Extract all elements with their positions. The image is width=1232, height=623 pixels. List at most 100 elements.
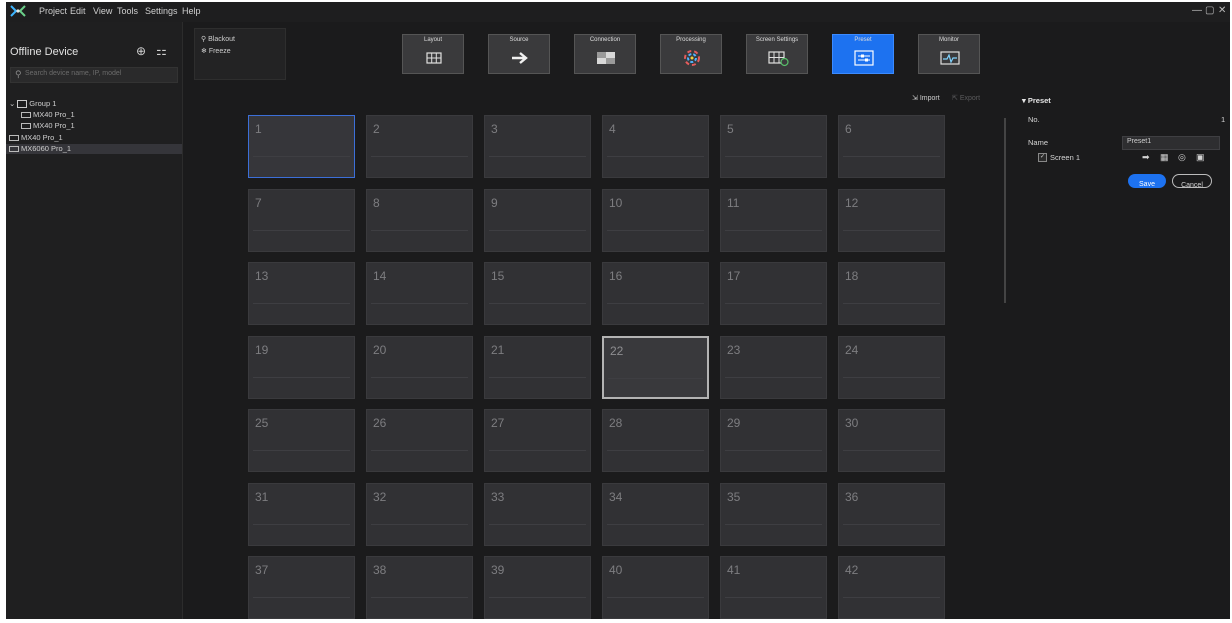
preset-cell[interactable]: 17 bbox=[720, 262, 827, 325]
preset-cell-number: 31 bbox=[255, 490, 269, 504]
preset-cell[interactable]: 5 bbox=[720, 115, 827, 178]
device-label: MX6060 Pro_1 bbox=[21, 144, 72, 153]
preset-cell[interactable]: 4 bbox=[602, 115, 709, 178]
preset-cell[interactable]: 33 bbox=[484, 483, 591, 546]
tab-screen-settings[interactable]: Screen Settings bbox=[746, 34, 808, 74]
menu-project[interactable]: Project bbox=[39, 6, 67, 16]
preset-cell-divider bbox=[843, 156, 940, 157]
preset-cell[interactable]: 29 bbox=[720, 409, 827, 472]
preset-cell[interactable]: 27 bbox=[484, 409, 591, 472]
freeze-button[interactable]: ❄ Freeze bbox=[201, 47, 231, 55]
preset-cell[interactable]: 21 bbox=[484, 336, 591, 399]
tree-device-1[interactable]: MX40 Pro_1 bbox=[21, 110, 75, 120]
tree-group-1[interactable]: ⌄ Group 1 bbox=[9, 99, 56, 109]
preset-cell[interactable]: 20 bbox=[366, 336, 473, 399]
device-search-input[interactable]: ⚲ Search device name, IP, model bbox=[10, 67, 178, 83]
menu-settings[interactable]: Settings bbox=[145, 6, 178, 16]
save-button[interactable]: Save bbox=[1128, 174, 1166, 188]
preset-cell[interactable]: 8 bbox=[366, 189, 473, 252]
maximize-button[interactable]: ▢ bbox=[1205, 5, 1214, 16]
preset-cell[interactable]: 28 bbox=[602, 409, 709, 472]
preset-cell-divider bbox=[489, 450, 586, 451]
preset-cell[interactable]: 24 bbox=[838, 336, 945, 399]
preset-cell-number: 7 bbox=[255, 196, 262, 210]
preset-cell[interactable]: 26 bbox=[366, 409, 473, 472]
preset-cell[interactable]: 15 bbox=[484, 262, 591, 325]
device-tree-icon[interactable]: ⚏ bbox=[156, 44, 167, 58]
preset-cell[interactable]: 40 bbox=[602, 556, 709, 619]
preset-name-input[interactable]: Preset1 bbox=[1122, 136, 1220, 150]
preset-cell[interactable]: 13 bbox=[248, 262, 355, 325]
preset-cell[interactable]: 16 bbox=[602, 262, 709, 325]
close-button[interactable]: ✕ bbox=[1218, 5, 1226, 16]
add-device-icon[interactable]: ⊕ bbox=[136, 44, 146, 58]
preset-cell-number: 23 bbox=[727, 343, 741, 357]
blackout-button[interactable]: ⚲ Blackout bbox=[201, 35, 235, 43]
source-arrow-icon[interactable]: ➡ bbox=[1142, 152, 1150, 163]
connection-icon bbox=[597, 52, 615, 64]
preset-title-label: Preset bbox=[1027, 96, 1051, 105]
preset-cell[interactable]: 37 bbox=[248, 556, 355, 619]
export-button[interactable]: ⇱ Export bbox=[952, 94, 980, 102]
menu-tools[interactable]: Tools bbox=[117, 6, 138, 16]
preset-cell[interactable]: 10 bbox=[602, 189, 709, 252]
preset-cell[interactable]: 19 bbox=[248, 336, 355, 399]
tab-processing[interactable]: Processing bbox=[660, 34, 722, 74]
preset-cell[interactable]: 3 bbox=[484, 115, 591, 178]
expand-chevron-icon[interactable]: ⌄ bbox=[9, 99, 15, 108]
screen-settings-icon[interactable]: ▣ bbox=[1196, 152, 1205, 163]
preset-cell[interactable]: 6 bbox=[838, 115, 945, 178]
tab-preset[interactable]: Preset bbox=[832, 34, 894, 74]
tab-label: Source bbox=[509, 37, 529, 43]
preset-cell[interactable]: 41 bbox=[720, 556, 827, 619]
preset-cell[interactable]: 35 bbox=[720, 483, 827, 546]
preset-cell[interactable]: 42 bbox=[838, 556, 945, 619]
import-button[interactable]: ⇲ Import bbox=[912, 94, 940, 102]
preset-cell[interactable]: 34 bbox=[602, 483, 709, 546]
preset-cell-number: 13 bbox=[255, 269, 269, 283]
preset-cell-number: 28 bbox=[609, 416, 623, 430]
preset-cell[interactable]: 12 bbox=[838, 189, 945, 252]
collapse-icon[interactable]: ▾ bbox=[1022, 96, 1026, 105]
menu-help[interactable]: Help bbox=[182, 6, 201, 16]
tree-device-selected[interactable]: MX6060 Pro_1 bbox=[6, 144, 182, 154]
preset-cell-number: 2 bbox=[373, 122, 380, 136]
layout-grid-icon[interactable]: ▦ bbox=[1160, 152, 1169, 163]
screen-1-checkbox[interactable]: ✓ bbox=[1038, 153, 1047, 162]
preset-cell[interactable]: 22 bbox=[602, 336, 709, 399]
preset-cell[interactable]: 39 bbox=[484, 556, 591, 619]
preset-cell[interactable]: 23 bbox=[720, 336, 827, 399]
tab-layout[interactable]: Layout bbox=[402, 34, 464, 74]
device-icon bbox=[9, 146, 19, 153]
minimize-button[interactable]: — bbox=[1192, 5, 1202, 16]
preset-cell-number: 40 bbox=[609, 563, 623, 577]
preset-cell[interactable]: 36 bbox=[838, 483, 945, 546]
preset-cell[interactable]: 11 bbox=[720, 189, 827, 252]
tree-device-2[interactable]: MX40 Pro_1 bbox=[21, 121, 75, 131]
tab-source[interactable]: Source bbox=[488, 34, 550, 74]
preset-cell[interactable]: 14 bbox=[366, 262, 473, 325]
processing-icon[interactable]: ◎ bbox=[1178, 152, 1186, 163]
layout-icon bbox=[426, 52, 442, 64]
preset-cell[interactable]: 30 bbox=[838, 409, 945, 472]
preset-cell[interactable]: 31 bbox=[248, 483, 355, 546]
device-label: MX40 Pro_1 bbox=[33, 110, 75, 119]
preset-cell[interactable]: 2 bbox=[366, 115, 473, 178]
preset-cell-divider bbox=[843, 377, 940, 378]
preset-properties-panel: ▾ Preset No. 1 Name Preset1 ✓ Screen 1 ➡… bbox=[1018, 92, 1230, 212]
preset-cell[interactable]: 9 bbox=[484, 189, 591, 252]
grid-scrollbar[interactable] bbox=[1004, 118, 1006, 303]
preset-cell[interactable]: 32 bbox=[366, 483, 473, 546]
preset-cell[interactable]: 1 bbox=[248, 115, 355, 178]
tree-device-3[interactable]: MX40 Pro_1 bbox=[9, 133, 63, 143]
menu-edit[interactable]: Edit bbox=[70, 6, 86, 16]
menu-view[interactable]: View bbox=[93, 6, 112, 16]
tab-monitor[interactable]: Monitor bbox=[918, 34, 980, 74]
cancel-button[interactable]: Cancel bbox=[1172, 174, 1212, 189]
preset-cell[interactable]: 18 bbox=[838, 262, 945, 325]
preset-cell[interactable]: 25 bbox=[248, 409, 355, 472]
preset-cell[interactable]: 38 bbox=[366, 556, 473, 619]
menu-bar: Project Edit View Tools Settings Help — … bbox=[6, 2, 1230, 22]
tab-connection[interactable]: Connection bbox=[574, 34, 636, 74]
preset-cell[interactable]: 7 bbox=[248, 189, 355, 252]
